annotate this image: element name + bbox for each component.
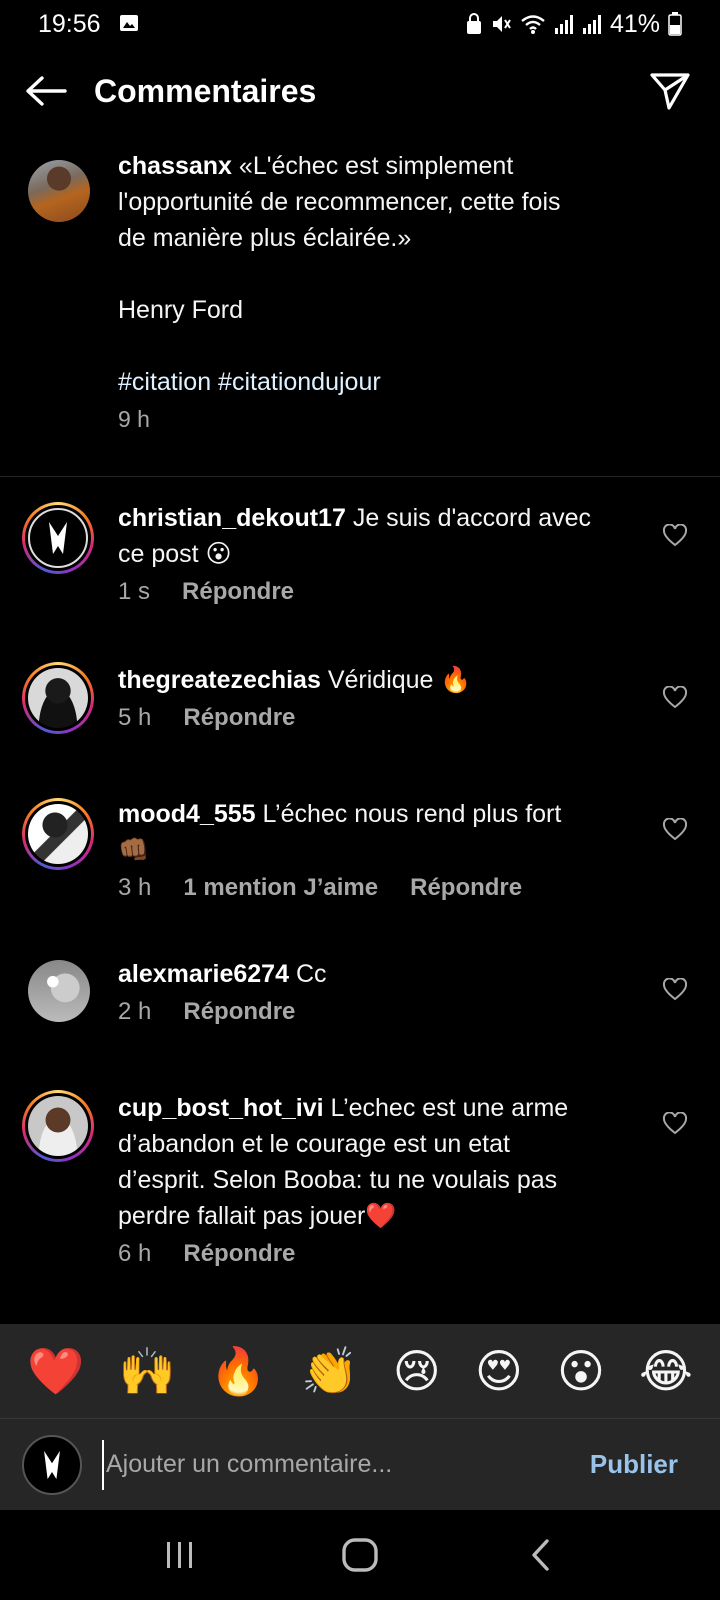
caption-line-blank (118, 328, 680, 364)
heart-icon (662, 977, 688, 1001)
back-button[interactable] (24, 69, 68, 113)
comment-item: cup_bost_hot_ivi L’echec est une arme d’… (0, 1090, 720, 1268)
comment-text: d’esprit. Selon Booba: tu ne voulais pas (118, 1166, 558, 1194)
comment-time: 3 h (118, 874, 152, 901)
caption-line-blank (118, 256, 680, 292)
like-button[interactable] (662, 977, 692, 1008)
caption-line: l'opportunité de recommencer, cette fois (118, 188, 561, 216)
comment-item: mood4_555 L’échec nous rend plus fort 👊🏾… (0, 796, 720, 902)
header: Commentaires (0, 56, 720, 126)
caption-text: chassanx «L'échec est simplement l'oppor… (118, 148, 680, 400)
comment-username[interactable]: alexmarie6274 (118, 960, 289, 988)
battery-icon (668, 12, 682, 36)
emoji-clap[interactable]: 👏 (301, 1348, 358, 1394)
avatar[interactable] (22, 1090, 94, 1162)
comment-text: Véridique 🔥 (327, 666, 472, 694)
comment-text: L’echec est une arme (330, 1094, 569, 1122)
emoji-laughing[interactable]: 😂 (639, 1348, 693, 1394)
paper-plane-icon (650, 73, 690, 110)
caption-line: «L'échec est simplement (238, 152, 514, 180)
mask-logo-icon (49, 522, 67, 554)
avatar[interactable] (22, 798, 94, 870)
gallery-notification-icon (119, 10, 139, 39)
system-nav-bar (0, 1510, 720, 1600)
comment-username[interactable]: mood4_555 (118, 800, 256, 828)
heart-icon (662, 817, 688, 841)
share-button[interactable] (646, 67, 694, 115)
comment-time: 6 h (118, 1240, 152, 1267)
chevron-left-icon (532, 1539, 549, 1571)
comment-text: d’abandon et le courage est un etat (118, 1130, 510, 1158)
avatar[interactable] (28, 160, 90, 222)
reply-button[interactable]: Répondre (410, 874, 522, 902)
home-icon (342, 1538, 378, 1572)
comment-text: Je suis d'accord avec (352, 504, 592, 532)
system-back-button[interactable] (510, 1525, 570, 1585)
emoji-raised-hands[interactable]: 🙌 (118, 1348, 175, 1394)
comment-time: 2 h (118, 998, 152, 1025)
comment-text: Cc (295, 960, 327, 988)
comment-input[interactable] (102, 1439, 590, 1490)
comment-username[interactable]: thegreatezechias (118, 666, 321, 694)
like-button[interactable] (662, 1111, 692, 1142)
avatar (22, 1434, 82, 1495)
avatar[interactable] (22, 502, 94, 574)
comment-text: 👊🏾 (118, 836, 150, 864)
avatar[interactable] (22, 662, 94, 734)
caption-line: de manière plus éclairée.» (118, 224, 412, 252)
battery-percent: 41% (609, 9, 660, 38)
comment-username[interactable]: christian_dekout17 (118, 504, 346, 532)
signal-icon-2 (582, 13, 602, 35)
heart-icon (662, 685, 688, 709)
likes-count[interactable]: 1 mention J’aime (183, 874, 378, 902)
caption-time: 9 h (118, 406, 150, 432)
reply-button[interactable]: Répondre (183, 704, 295, 732)
reply-button[interactable]: Répondre (182, 578, 294, 606)
emoji-surprised[interactable]: 😮 (557, 1348, 605, 1394)
lock-icon (466, 13, 482, 35)
comment-text: perdre fallait pas jouer❤️ (118, 1202, 397, 1230)
reply-button[interactable]: Répondre (183, 998, 295, 1026)
post-caption: chassanx «L'échec est simplement l'oppor… (0, 148, 720, 433)
comment-username[interactable]: cup_bost_hot_ivi (118, 1094, 324, 1122)
mask-logo-icon (44, 1450, 60, 1479)
arrow-left-icon (26, 76, 67, 106)
signal-icon (554, 13, 574, 35)
publish-button[interactable]: Publier (590, 1449, 678, 1480)
heart-icon (662, 523, 688, 547)
like-button[interactable] (662, 523, 692, 554)
status-bar: 19:56 41% (0, 0, 720, 48)
emoji-heart-eyes[interactable]: 😍 (475, 1348, 523, 1394)
emoji-quick-bar: ❤️ 🙌 🔥 👏 😢 😍 😮 😂 (0, 1324, 720, 1418)
recent-apps-icon (167, 1542, 192, 1568)
page-title: Commentaires (94, 72, 317, 109)
divider (0, 476, 720, 477)
status-time: 19:56 (38, 9, 101, 38)
emoji-fire[interactable]: 🔥 (210, 1348, 267, 1394)
avatar[interactable] (28, 960, 90, 1022)
comment-text: ce post 😮 (118, 540, 232, 568)
emoji-heart[interactable]: ❤️ (27, 1348, 84, 1394)
like-button[interactable] (662, 817, 692, 848)
like-button[interactable] (662, 685, 692, 716)
recent-apps-button[interactable] (150, 1525, 210, 1585)
caption-username[interactable]: chassanx (118, 152, 232, 180)
comment-item: alexmarie6274 Cc 2 h Répondre (0, 956, 720, 1026)
comment-text: L’échec nous rend plus fort (262, 800, 562, 828)
wifi-icon (520, 13, 546, 35)
comment-time: 5 h (118, 704, 152, 731)
comment-item: christian_dekout17 Je suis d'accord avec… (0, 500, 720, 606)
heart-icon (662, 1111, 688, 1135)
comment-composer: Publier (0, 1418, 720, 1510)
reply-button[interactable]: Répondre (183, 1240, 295, 1268)
mute-icon (490, 13, 512, 35)
comment-item: thegreatezechias Véridique 🔥 5 h Répondr… (0, 662, 720, 734)
home-button[interactable] (330, 1525, 390, 1585)
comment-time: 1 s (118, 578, 151, 605)
caption-line: Henry Ford (118, 296, 244, 324)
caption-hashtags[interactable]: #citation #citationdujour (118, 364, 680, 400)
emoji-crying[interactable]: 😢 (393, 1348, 441, 1394)
